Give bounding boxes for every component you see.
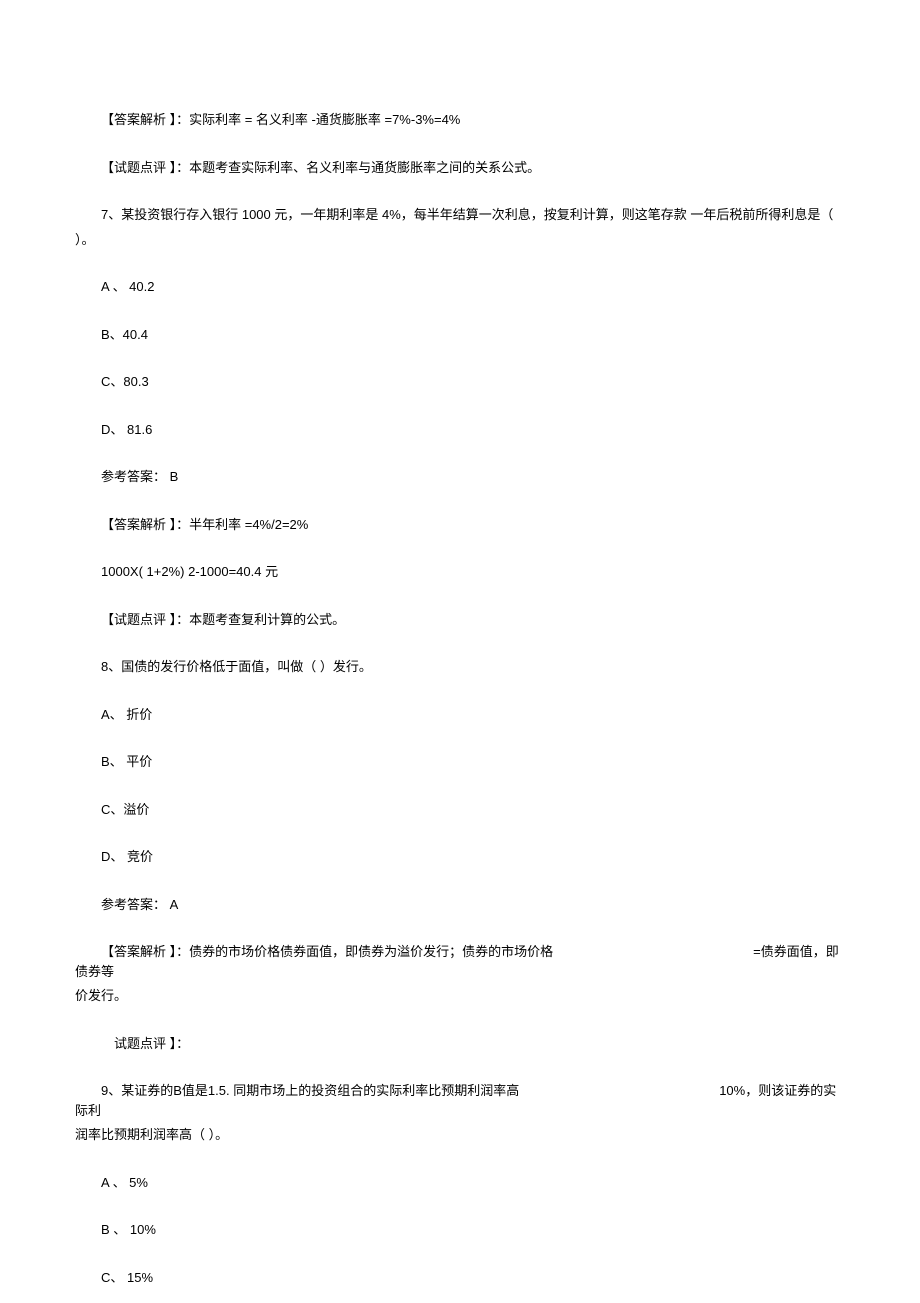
q8-option-a: A、 折价 [75,705,845,725]
q8-explain-part-a: 【答案解析 】：债券的市场价格债券面值，即债券为溢价发行；债券的市场价格 [101,944,553,959]
q8-answer: 参考答案： A [75,895,845,915]
question-9-stem-line2: 润率比预期利润率高（ ）。 [75,1125,845,1145]
question-7-stem: 7、某投资银行存入银行 1000 元，一年期利率是 4%，每半年结算一次利息，按… [75,205,845,225]
question-7-text: 7、某投资银行存入银行 1000 元，一年期利率是 4%，每半年结算一次利息，按… [101,207,833,222]
q8-review: 试题点评 】： [75,1034,845,1054]
q7-explain-1: 【答案解析 】：半年利率 =4%/2=2% [75,515,845,535]
answer-explain-6: 【答案解析 】：实际利率 = 名义利率 -通货膨胀率 =7%-3%=4% [75,110,845,130]
question-review-6: 【试题点评 】：本题考查实际利率、名义利率与通货膨胀率之间的关系公式。 [75,158,845,178]
q7-option-d: D、 81.6 [75,420,845,440]
q7-option-c: C、80.3 [75,372,845,392]
q8-explain-line1: 【答案解析 】：债券的市场价格债券面值，即债券为溢价发行；债券的市场价格=债券面… [75,942,845,981]
q7-option-b: B、40.4 [75,325,845,345]
q8-explain-line2: 价发行。 [75,986,845,1006]
question-8-stem: 8、国债的发行价格低于面值，叫做（ ）发行。 [75,657,845,677]
q8-option-d: D、 竞价 [75,847,845,867]
question-9-stem-line1: 9、某证券的B值是1.5. 同期市场上的投资组合的实际利率比预期利润率高10%，… [75,1081,845,1120]
q8-option-b: B、 平价 [75,752,845,772]
question-7-stem-end: ）。 [75,230,845,250]
q7-answer: 参考答案： B [75,467,845,487]
q9-option-c: C、 15% [75,1268,845,1288]
q9-stem-part-a: 9、某证券的B值是1.5. 同期市场上的投资组合的实际利率比预期利润率高 [101,1083,519,1098]
q7-option-a: A 、 40.2 [75,277,845,297]
q9-option-a: A 、 5% [75,1173,845,1193]
q9-option-b: B 、 10% [75,1220,845,1240]
q8-option-c: C、溢价 [75,800,845,820]
q7-explain-2: 1000X( 1+2%) 2-1000=40.4 元 [75,562,845,582]
q7-review: 【试题点评 】：本题考查复利计算的公式。 [75,610,845,630]
